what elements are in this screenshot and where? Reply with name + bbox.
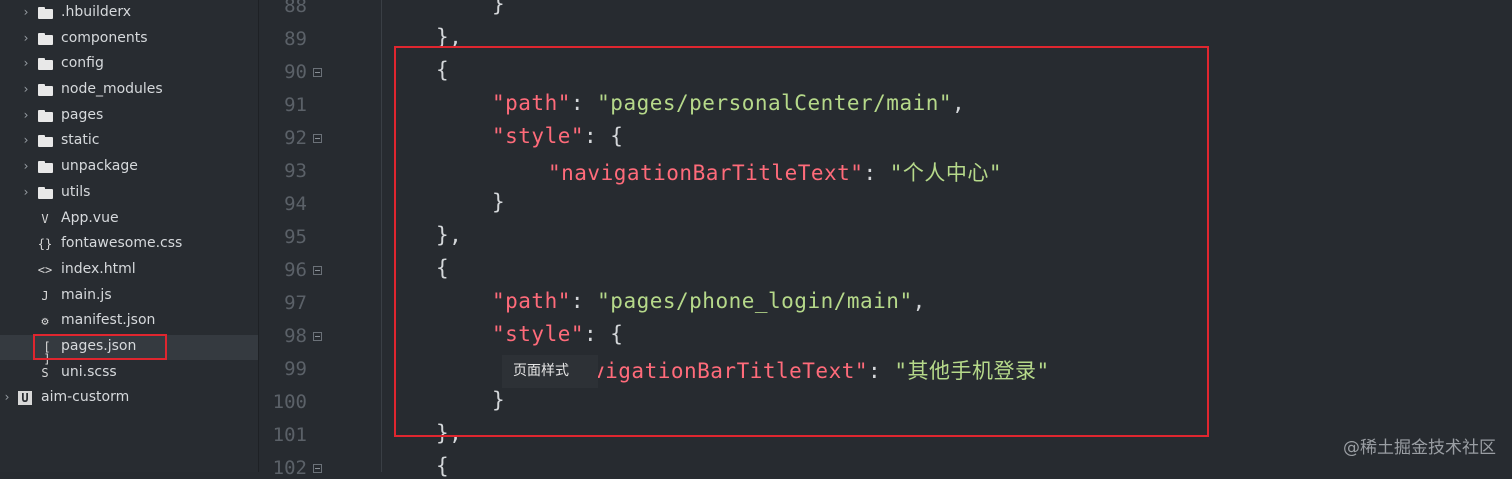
tree-item-fontawesome-css[interactable]: {} fontawesome.css bbox=[0, 232, 258, 257]
line-number: 101 bbox=[272, 424, 307, 446]
tree-item-utils[interactable]: › utils bbox=[0, 181, 258, 206]
tree-item-label: config bbox=[61, 55, 104, 71]
tree-item-label: unpackage bbox=[61, 158, 138, 174]
tree-item-hbuilderx[interactable]: › .hbuilderx bbox=[0, 1, 258, 26]
scss-file-icon: S bbox=[41, 366, 49, 380]
tree-item-config[interactable]: › config bbox=[0, 52, 258, 77]
vue-file-icon: V bbox=[41, 212, 49, 226]
js-file-icon: J bbox=[41, 289, 49, 303]
tree-item-main-js[interactable]: J main.js bbox=[0, 284, 258, 309]
tree-item-label: aim-custorm bbox=[41, 389, 130, 405]
fold-toggle-icon[interactable] bbox=[313, 134, 322, 143]
chevron-right-icon[interactable]: › bbox=[20, 185, 32, 199]
tree-item-uni-scss[interactable]: S uni.scss bbox=[0, 361, 258, 386]
html-file-icon: <> bbox=[37, 263, 53, 277]
line-number: 91 bbox=[284, 94, 307, 116]
line-number: 94 bbox=[284, 193, 307, 215]
chevron-right-icon[interactable]: › bbox=[20, 133, 32, 147]
folder-icon bbox=[38, 135, 53, 147]
chevron-right-icon[interactable]: › bbox=[20, 56, 32, 70]
code-highlight-box bbox=[394, 46, 1209, 437]
line-number: 98 bbox=[284, 325, 307, 347]
line-number: 89 bbox=[284, 28, 307, 50]
folder-icon bbox=[38, 84, 53, 96]
line-number: 88 bbox=[284, 0, 307, 17]
tree-item-manifest-json[interactable]: ⚙ manifest.json bbox=[0, 309, 258, 334]
line-number: 102 bbox=[272, 457, 307, 479]
tree-item-label: fontawesome.css bbox=[61, 235, 183, 251]
tree-item-label: main.js bbox=[61, 287, 112, 303]
tree-item-label: pages bbox=[61, 107, 104, 123]
folder-icon bbox=[38, 187, 53, 199]
tree-item-label: manifest.json bbox=[61, 312, 156, 328]
tree-item-static[interactable]: › static bbox=[0, 129, 258, 154]
line-number: 99 bbox=[284, 358, 307, 380]
folder-icon bbox=[38, 33, 53, 45]
tree-item-label: node_modules bbox=[61, 81, 163, 97]
line-number: 97 bbox=[284, 292, 307, 314]
tree-item-node-modules[interactable]: › node_modules bbox=[0, 78, 258, 103]
tree-item-label: uni.scss bbox=[61, 364, 117, 380]
code-line-88: } bbox=[492, 0, 506, 16]
line-number: 96 bbox=[284, 259, 307, 281]
chevron-right-icon[interactable]: › bbox=[20, 31, 32, 45]
tree-item-app-vue[interactable]: V App.vue bbox=[0, 207, 258, 232]
chevron-right-icon[interactable]: › bbox=[20, 108, 32, 122]
line-number: 93 bbox=[284, 160, 307, 182]
tree-item-label: components bbox=[61, 30, 148, 46]
css-file-icon: {} bbox=[37, 237, 53, 251]
tree-item-label: utils bbox=[61, 184, 91, 200]
tree-item-label: static bbox=[61, 132, 100, 148]
tree-item-index-html[interactable]: <> index.html bbox=[0, 258, 258, 283]
watermark: @稀土掘金技术社区 bbox=[1343, 438, 1496, 458]
chevron-right-icon[interactable]: › bbox=[20, 5, 32, 19]
chevron-right-icon[interactable]: › bbox=[1, 390, 13, 404]
fold-toggle-icon[interactable] bbox=[313, 68, 322, 77]
project-icon: U bbox=[18, 391, 32, 405]
tree-item-aim-custorm[interactable]: › U aim-custorm bbox=[0, 386, 258, 411]
fold-toggle-icon[interactable] bbox=[313, 266, 322, 275]
chevron-right-icon[interactable]: › bbox=[20, 82, 32, 96]
line-number: 100 bbox=[272, 391, 307, 413]
file-explorer-sidebar: › .hbuilderx › components › config › nod… bbox=[0, 0, 259, 472]
folder-icon bbox=[38, 161, 53, 173]
folder-icon bbox=[38, 58, 53, 70]
tree-item-label: index.html bbox=[61, 261, 136, 277]
chevron-right-icon[interactable]: › bbox=[20, 159, 32, 173]
indent-guide bbox=[381, 0, 382, 472]
line-number: 90 bbox=[284, 61, 307, 83]
tree-item-components[interactable]: › components bbox=[0, 27, 258, 52]
folder-icon bbox=[38, 7, 53, 19]
tree-item-label: .hbuilderx bbox=[61, 4, 132, 20]
folder-icon bbox=[38, 110, 53, 122]
tree-item-unpackage[interactable]: › unpackage bbox=[0, 155, 258, 180]
selection-highlight-box bbox=[33, 334, 167, 360]
line-number: 92 bbox=[284, 127, 307, 149]
code-line-102: { bbox=[436, 454, 450, 478]
manifest-file-icon: ⚙ bbox=[41, 314, 49, 328]
fold-toggle-icon[interactable] bbox=[313, 332, 322, 341]
tree-item-label: App.vue bbox=[61, 210, 119, 226]
tree-item-pages[interactable]: › pages bbox=[0, 104, 258, 129]
line-number: 95 bbox=[284, 226, 307, 248]
